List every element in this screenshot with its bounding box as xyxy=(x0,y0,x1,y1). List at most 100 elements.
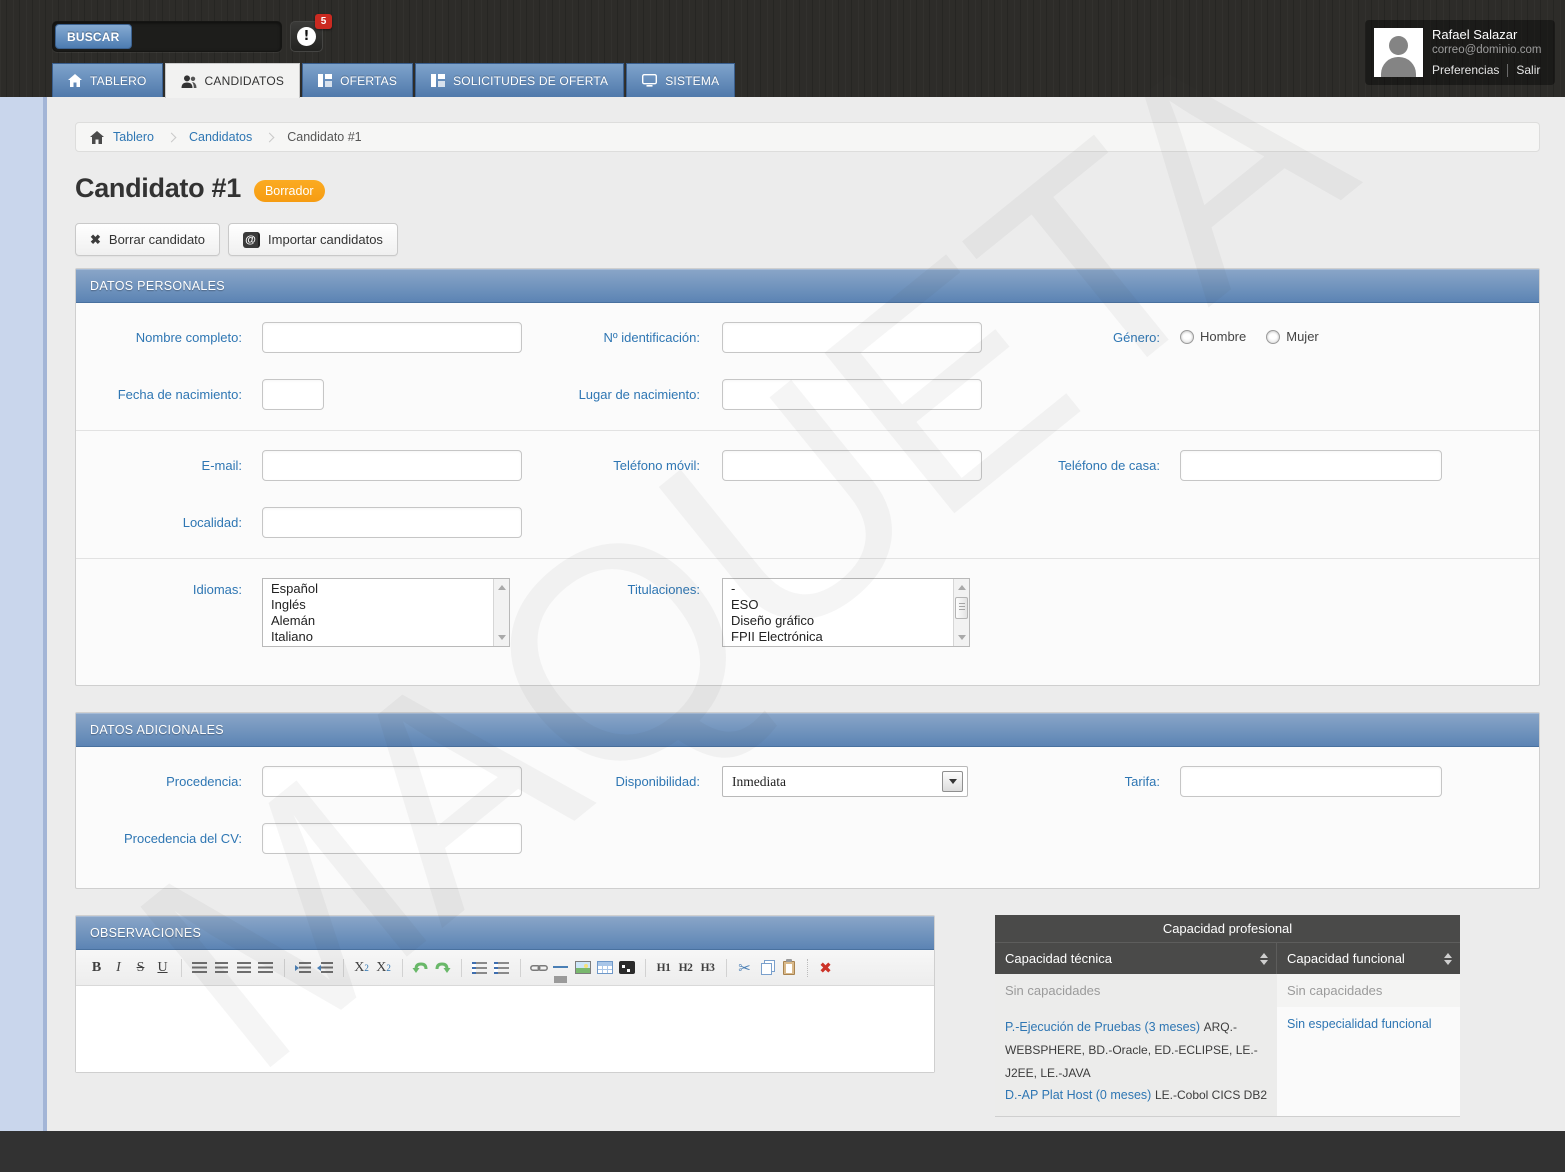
indent-button[interactable] xyxy=(292,957,313,978)
heading3-button[interactable]: H3 xyxy=(697,957,718,978)
dropdown-arrow-icon[interactable] xyxy=(942,771,963,792)
genero-mujer-radio[interactable]: Mujer xyxy=(1266,329,1319,344)
scrollbar[interactable] xyxy=(493,579,509,646)
align-justify-button[interactable] xyxy=(255,957,276,978)
titulacion-option[interactable]: FPII Informática xyxy=(723,645,969,647)
email-field[interactable] xyxy=(262,450,522,481)
import-candidates-button[interactable]: @ Importar candidatos xyxy=(228,223,398,256)
breadcrumb-tablero[interactable]: Tablero xyxy=(113,130,154,144)
insert-table-button[interactable] xyxy=(594,957,615,978)
lugar-nacimiento-field[interactable] xyxy=(722,379,982,410)
delete-candidate-button[interactable]: ✖ Borrar candidato xyxy=(75,223,220,256)
breadcrumb-candidatos[interactable]: Candidatos xyxy=(189,130,252,144)
identificacion-field[interactable] xyxy=(722,322,982,353)
telefono-casa-field[interactable] xyxy=(1180,450,1442,481)
align-center-button[interactable] xyxy=(211,957,232,978)
richtext-toolbar: B I S U X2 X2 xyxy=(76,950,934,986)
localidad-field[interactable] xyxy=(262,507,522,538)
heading2-button[interactable]: H2 xyxy=(675,957,696,978)
search-button[interactable]: BUSCAR xyxy=(55,24,132,49)
tab-sistema[interactable]: SISTEMA xyxy=(626,63,735,97)
column-header-capacidad-tecnica[interactable]: Capacidad técnica xyxy=(995,943,1277,974)
tab-solicitudes-de-oferta[interactable]: SOLICITUDES DE OFERTA xyxy=(415,63,624,97)
divider xyxy=(343,959,344,977)
divider xyxy=(402,959,403,977)
capacidad-tecnica-empty: Sin capacidades xyxy=(995,974,1277,1007)
observaciones-editor[interactable] xyxy=(76,986,934,1072)
tab-candidatos[interactable]: CANDIDATOS xyxy=(165,63,301,98)
nombre-completo-field[interactable] xyxy=(262,322,522,353)
user-email: correo@dominio.com xyxy=(1432,44,1541,56)
titulacion-option[interactable]: - xyxy=(723,581,969,597)
datos-personales-panel: DATOS PERSONALES Nombre completo: Nº ide… xyxy=(75,268,1540,686)
heading1-button[interactable]: H1 xyxy=(653,957,674,978)
scroll-down-button[interactable] xyxy=(494,630,509,645)
scroll-up-button[interactable] xyxy=(494,580,509,595)
scrollbar-thumb[interactable] xyxy=(955,597,968,619)
column-label: Capacidad técnica xyxy=(1005,951,1112,966)
insert-link-button[interactable] xyxy=(528,957,549,978)
scrollbar[interactable] xyxy=(953,579,969,646)
telefono-movil-field[interactable] xyxy=(722,450,982,481)
ordered-list-button[interactable] xyxy=(469,957,490,978)
procedencia-field[interactable] xyxy=(262,766,522,797)
redo-button[interactable] xyxy=(432,957,453,978)
idioma-option[interactable]: Español xyxy=(263,581,509,597)
fecha-nacimiento-label: Fecha de nacimiento: xyxy=(76,379,242,402)
disponibilidad-select[interactable]: Inmediata xyxy=(722,766,968,797)
insert-image-button[interactable] xyxy=(572,957,593,978)
idioma-option[interactable]: Alemán xyxy=(263,613,509,629)
strikethrough-button[interactable]: S xyxy=(130,957,151,978)
divider xyxy=(284,959,285,977)
tarifa-field[interactable] xyxy=(1180,766,1442,797)
image-icon xyxy=(575,961,591,974)
capacidad-tecnica-link[interactable]: P.-Ejecución de Pruebas (3 meses) xyxy=(1005,1020,1200,1034)
button-label: Borrar candidato xyxy=(109,232,205,247)
source-code-button[interactable] xyxy=(616,957,637,978)
notifications-button[interactable]: ! 5 xyxy=(290,21,323,52)
titulacion-option[interactable]: ESO xyxy=(723,597,969,613)
underline-button[interactable]: U xyxy=(152,957,173,978)
align-right-button[interactable] xyxy=(233,957,254,978)
fecha-nacimiento-field[interactable] xyxy=(262,379,324,410)
sin-especialidad-funcional-link[interactable]: Sin especialidad funcional xyxy=(1287,1017,1432,1031)
horizontal-rule-button[interactable] xyxy=(550,957,571,978)
bold-button[interactable]: B xyxy=(86,957,107,978)
paste-button[interactable] xyxy=(778,957,799,978)
procedencia-cv-field[interactable] xyxy=(262,823,522,854)
italic-button[interactable]: I xyxy=(108,957,129,978)
titulaciones-multiselect[interactable]: - ESO Diseño gráfico FPII Electrónica FP… xyxy=(722,578,970,647)
titulacion-option[interactable]: FPII Electrónica xyxy=(723,629,969,645)
capacidad-tecnica-link[interactable]: D.-AP Plat Host (0 meses) xyxy=(1005,1088,1151,1102)
remove-format-button[interactable]: ✖ xyxy=(815,957,836,978)
logout-link[interactable]: Salir xyxy=(1516,63,1540,77)
tab-tablero[interactable]: TABLERO xyxy=(52,63,163,97)
scroll-up-button[interactable] xyxy=(954,580,969,595)
tab-label: TABLERO xyxy=(90,74,147,88)
idioma-option[interactable]: Inglés xyxy=(263,597,509,613)
tab-ofertas[interactable]: OFERTAS xyxy=(302,63,413,97)
superscript-button[interactable]: X2 xyxy=(373,957,394,978)
idiomas-multiselect[interactable]: Español Inglés Alemán Italiano xyxy=(262,578,510,647)
scroll-down-button[interactable] xyxy=(954,630,969,645)
copy-button[interactable] xyxy=(756,957,777,978)
outdent-button[interactable] xyxy=(314,957,335,978)
idioma-option[interactable]: Italiano xyxy=(263,629,509,645)
align-left-button[interactable] xyxy=(189,957,210,978)
column-header-capacidad-funcional[interactable]: Capacidad funcional xyxy=(1277,943,1460,974)
search-input[interactable] xyxy=(132,25,299,49)
main-content: Tablero Candidatos Candidato #1 Candidat… xyxy=(51,97,1565,1131)
cut-button[interactable]: ✂ xyxy=(734,957,755,978)
titulacion-option[interactable]: Diseño gráfico xyxy=(723,613,969,629)
undo-button[interactable] xyxy=(410,957,431,978)
unordered-list-button[interactable] xyxy=(491,957,512,978)
home-icon xyxy=(68,74,82,87)
preferences-link[interactable]: Preferencias xyxy=(1432,63,1499,77)
disponibilidad-label: Disponibilidad: xyxy=(522,766,700,789)
avatar xyxy=(1374,28,1423,77)
users-icon xyxy=(181,75,197,88)
subscript-button[interactable]: X2 xyxy=(351,957,372,978)
table-icon xyxy=(597,961,613,974)
genero-hombre-radio[interactable]: Hombre xyxy=(1180,329,1246,344)
copy-icon xyxy=(761,963,772,975)
